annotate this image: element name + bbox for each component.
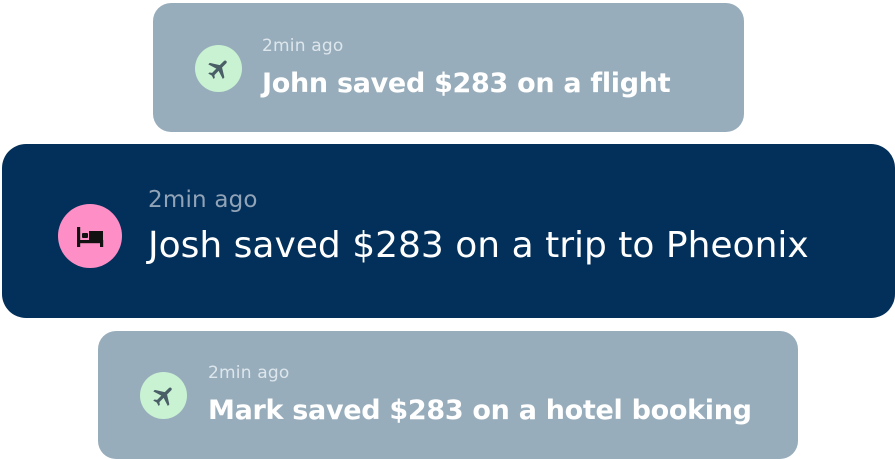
notification-card-highlighted: 2min ago Josh saved $283 on a trip to Ph…: [2, 144, 895, 318]
notification-message: Josh saved $283 on a trip to Pheonix: [148, 225, 809, 266]
notification-time: 2min ago: [262, 36, 344, 56]
notification-message: Mark saved $283 on a hotel booking: [208, 395, 752, 426]
notification-card: 2min ago John saved $283 on a flight: [153, 3, 744, 132]
notification-time: 2min ago: [208, 363, 290, 383]
notification-card: 2min ago Mark saved $283 on a hotel book…: [98, 331, 798, 459]
notification-time: 2min ago: [148, 187, 258, 213]
notification-message: John saved $283 on a flight: [262, 68, 671, 99]
airplane-icon: [140, 372, 187, 419]
airplane-icon: [195, 45, 242, 92]
bed-icon: [58, 204, 122, 268]
